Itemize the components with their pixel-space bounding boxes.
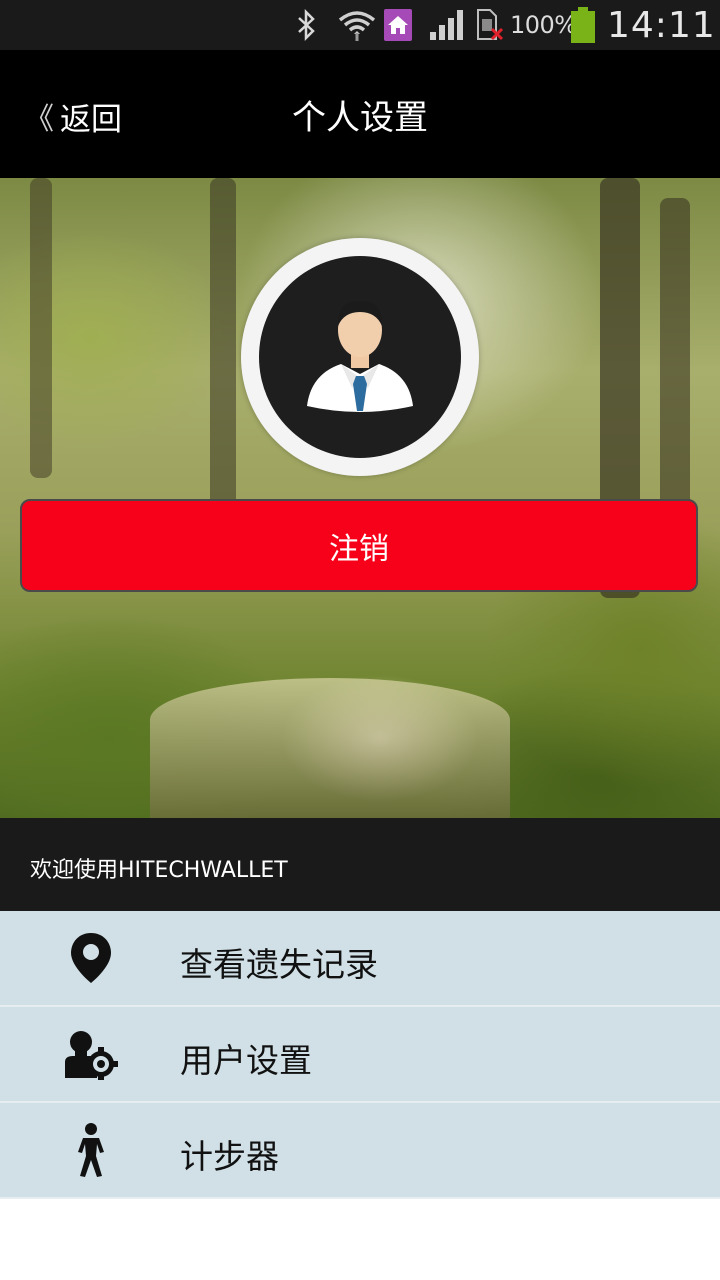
user-settings-icon	[56, 1024, 126, 1084]
user-avatar-icon	[307, 300, 413, 412]
walking-person-icon	[56, 1120, 126, 1180]
sim-error-icon	[476, 0, 506, 50]
signal-icon	[430, 0, 468, 50]
menu-item-label: 用户设置	[180, 1041, 312, 1080]
avatar[interactable]	[241, 238, 479, 476]
menu-item-label: 计步器	[180, 1137, 279, 1176]
bluetooth-icon	[296, 0, 322, 50]
app-header: 《 返回 个人设置	[0, 50, 720, 178]
wifi-icon	[338, 0, 376, 50]
location-pin-icon	[56, 928, 126, 988]
menu-item-pedometer[interactable]: 计步器	[0, 1103, 720, 1199]
clock: 14:11	[607, 4, 716, 46]
stream	[150, 678, 510, 818]
logout-button[interactable]: 注销	[20, 499, 698, 592]
settings-menu: 查看遗失记录 用户设置 计步器	[0, 911, 720, 1199]
menu-item-user-settings[interactable]: 用户设置	[0, 1007, 720, 1103]
welcome-bar: 欢迎使用HITECHWALLET	[0, 818, 720, 911]
welcome-text: 欢迎使用HITECHWALLET	[30, 858, 288, 883]
tree-trunk	[210, 178, 236, 508]
menu-item-label: 查看遗失记录	[180, 945, 378, 984]
battery-percent: 100%	[510, 11, 577, 39]
tree-trunk	[30, 178, 52, 478]
menu-item-lost-records[interactable]: 查看遗失记录	[0, 911, 720, 1007]
hero-banner: 注销	[0, 178, 720, 818]
page-title: 个人设置	[292, 98, 428, 138]
battery-icon	[571, 0, 597, 50]
status-bar: 100% 14:11	[0, 0, 720, 50]
home-app-icon	[384, 0, 414, 50]
